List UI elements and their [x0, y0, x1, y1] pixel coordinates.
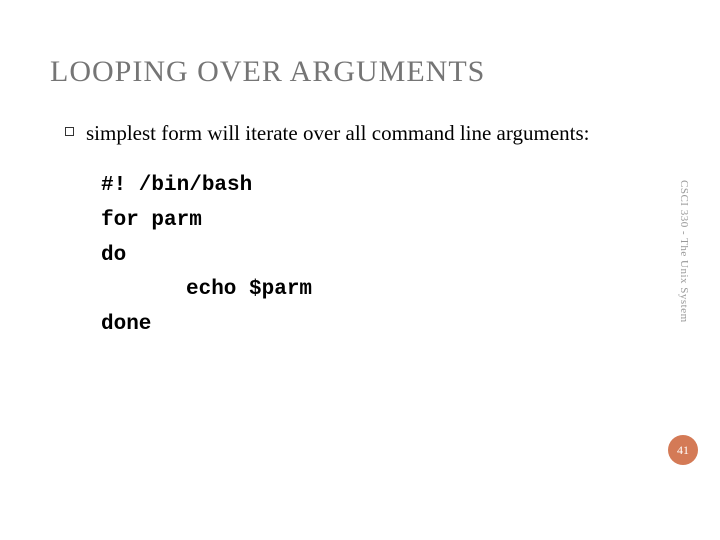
bullet-marker [65, 127, 74, 136]
code-block: #! /bin/bash for parm do echo $parm done [65, 169, 670, 342]
bullet-text: simplest form will iterate over all comm… [86, 119, 590, 147]
slide-content: simplest form will iterate over all comm… [50, 119, 670, 343]
code-line: for parm [101, 204, 670, 239]
slide-title: LOOPING OVER ARGUMENTS [50, 55, 670, 89]
code-line: do [101, 239, 670, 274]
page-number: 41 [677, 443, 689, 458]
code-line: #! /bin/bash [101, 169, 670, 204]
code-line: done [101, 308, 670, 343]
course-label: CSCI 330 - The Unix System [678, 180, 690, 323]
bullet-item: simplest form will iterate over all comm… [65, 119, 670, 147]
page-number-badge: 41 [668, 435, 698, 465]
code-line: echo $parm [101, 273, 670, 308]
slide: LOOPING OVER ARGUMENTS simplest form wil… [0, 0, 720, 540]
